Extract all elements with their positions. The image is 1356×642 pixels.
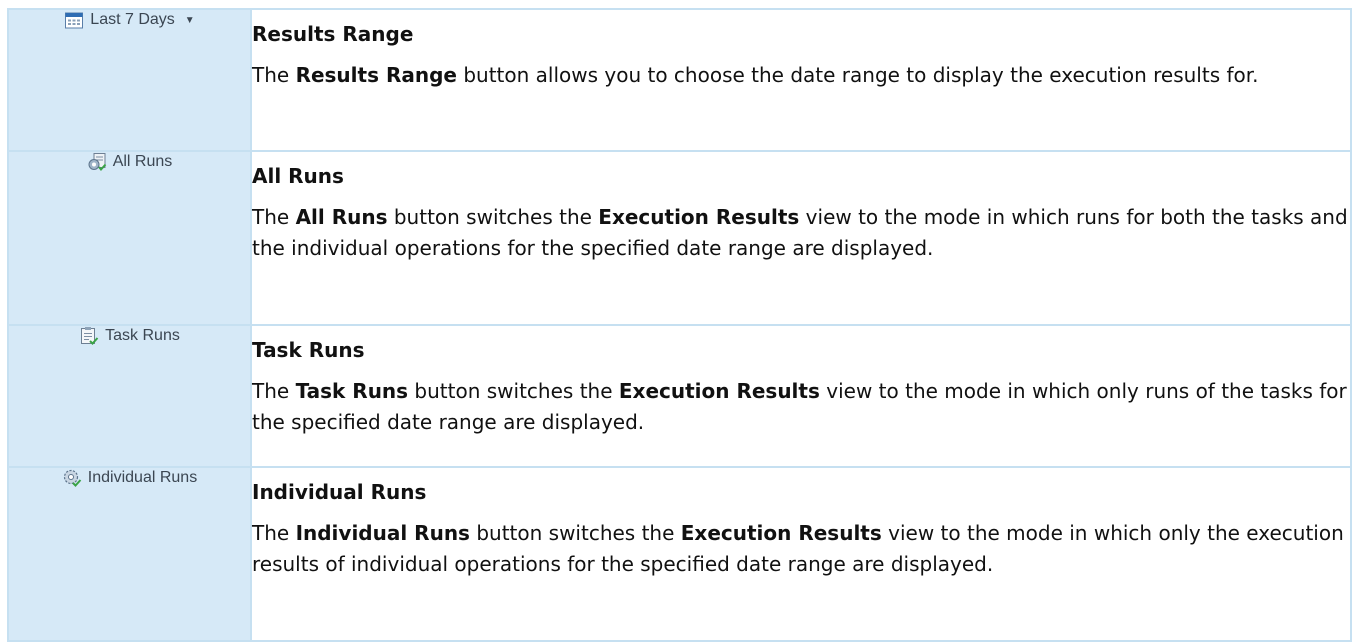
button-label: Individual Runs: [87, 469, 198, 486]
description-cell: All Runs The All Runs button switches th…: [250, 150, 1352, 326]
reference-table: Last 7 Days ▼ Results Range The Results …: [7, 8, 1352, 642]
description-text: The Individual Runs button switches the …: [252, 521, 1344, 576]
description-cell: Results Range The Results Range button a…: [250, 8, 1352, 152]
chevron-down-icon: ▼: [184, 14, 195, 26]
button-label: All Runs: [112, 153, 173, 170]
individual-runs-button[interactable]: Individual Runs: [62, 468, 197, 488]
section-title: All Runs: [252, 164, 344, 188]
table-row: Task Runs Task Runs The Task Runs button…: [7, 324, 1352, 468]
task-runs-button[interactable]: Task Runs: [79, 326, 180, 346]
button-label: Last 7 Days: [90, 11, 175, 28]
task-runs-icon: [81, 327, 99, 345]
button-cell: Last 7 Days ▼: [7, 8, 252, 152]
description-text: The Task Runs button switches the Execut…: [252, 379, 1347, 434]
table-row: Individual Runs Individual Runs The Indi…: [7, 466, 1352, 642]
table-row: Last 7 Days ▼ Results Range The Results …: [7, 8, 1352, 152]
table-row: All Runs All Runs The All Runs button sw…: [7, 150, 1352, 326]
description-text: The Results Range button allows you to c…: [252, 63, 1259, 87]
button-cell: Task Runs: [7, 324, 252, 468]
calendar-icon: [65, 12, 84, 29]
individual-runs-icon: [63, 469, 82, 487]
button-cell: Individual Runs: [7, 466, 252, 642]
section-title: Individual Runs: [252, 480, 427, 504]
all-runs-button[interactable]: All Runs: [87, 152, 173, 172]
description-cell: Task Runs The Task Runs button switches …: [250, 324, 1352, 468]
button-cell: All Runs: [7, 150, 252, 326]
button-label: Task Runs: [105, 327, 180, 344]
all-runs-icon: [88, 153, 106, 172]
description-text: The All Runs button switches the Executi…: [252, 205, 1348, 260]
section-title: Results Range: [252, 22, 414, 46]
results-range-button[interactable]: Last 7 Days ▼: [64, 10, 195, 30]
section-title: Task Runs: [252, 338, 365, 362]
description-cell: Individual Runs The Individual Runs butt…: [250, 466, 1352, 642]
